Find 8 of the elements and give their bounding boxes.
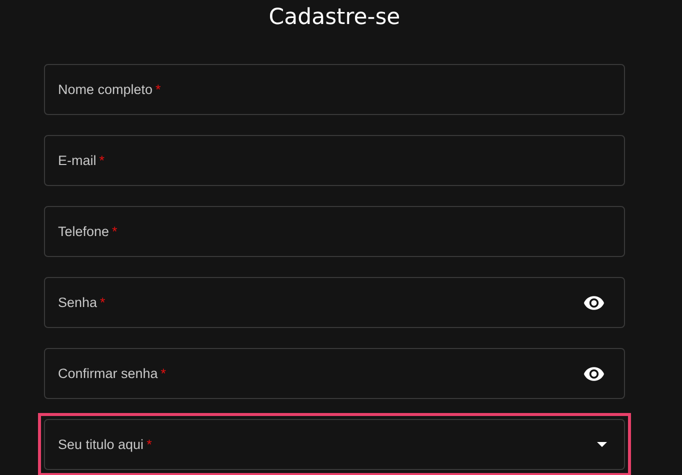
input-field[interactable]: E-mail * <box>44 135 625 186</box>
caret-icon <box>597 442 607 447</box>
select-field[interactable]: Seu titulo aqui * <box>44 419 625 470</box>
password-field[interactable]: Senha * <box>44 277 625 328</box>
input-field[interactable]: Telefone * <box>44 206 625 257</box>
password-field[interactable]: Confirmar senha * <box>44 348 625 399</box>
input-field[interactable]: Nome completo * <box>44 64 625 115</box>
page-title: Cadastre-se <box>268 4 400 32</box>
